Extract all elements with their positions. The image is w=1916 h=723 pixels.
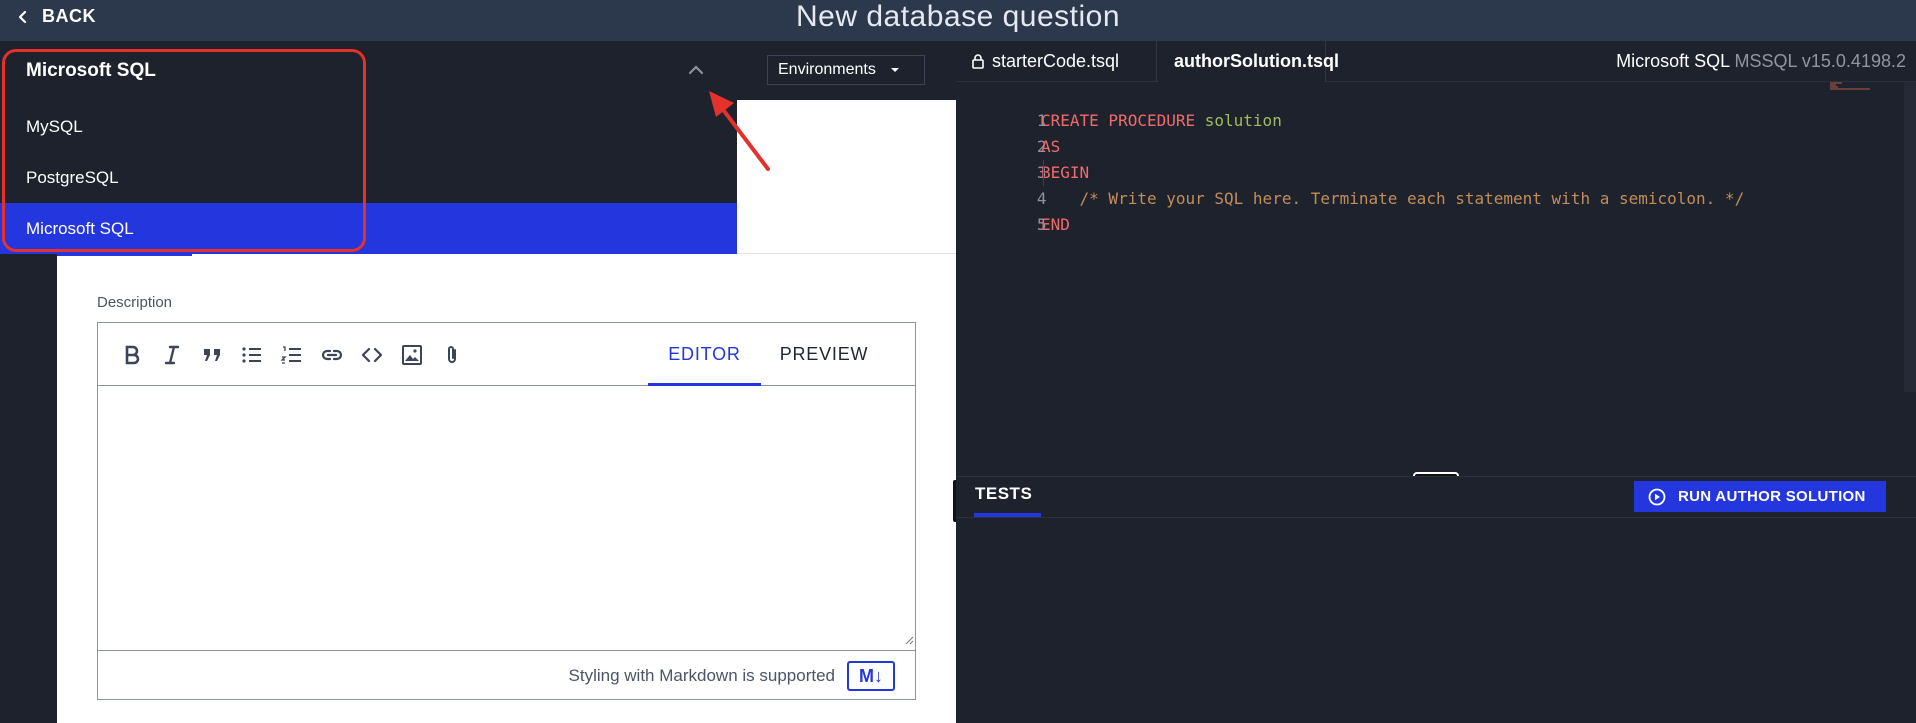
tab-preview[interactable]: PREVIEW	[761, 323, 887, 385]
language-version-label: Microsoft SQL MSSQL v15.0.4198.2	[1616, 41, 1906, 82]
image-icon[interactable]	[398, 341, 426, 369]
numbered-list-icon[interactable]	[278, 341, 306, 369]
code-line: 2 AS	[956, 108, 1060, 156]
markdown-support-text: Styling with Markdown is supported	[568, 666, 835, 685]
code-line: 3 BEGIN	[956, 134, 1089, 182]
bold-icon[interactable]	[118, 341, 146, 369]
quote-icon[interactable]	[198, 341, 226, 369]
tab-starter-code-label: starterCode.tsql	[992, 51, 1120, 71]
tab-author-solution[interactable]: authorSolution.tsql	[1158, 41, 1339, 82]
markdown-toolbar: EDITOR PREVIEW	[98, 323, 915, 386]
description-textarea[interactable]	[98, 386, 915, 650]
lock-icon	[972, 54, 984, 69]
code-editor[interactable]	[956, 41, 1916, 474]
code-line: 4 /* Write your SQL here. Terminate each…	[956, 160, 1744, 208]
language-option-mssql[interactable]: Microsoft SQL	[0, 203, 737, 254]
chevron-up-icon[interactable]	[686, 63, 706, 77]
environments-dropdown[interactable]: Environments	[767, 55, 925, 85]
language-version: MSSQL v15.0.4198.2	[1734, 51, 1906, 71]
code-icon[interactable]	[358, 341, 386, 369]
code-line: 1 CREATE PROCEDURE solution	[956, 82, 1282, 130]
page-title: New database question	[795, 0, 1121, 33]
code-keyword: CREATE PROCEDURE	[1041, 111, 1196, 130]
code-line: 5 END	[956, 186, 1070, 234]
run-author-solution-button[interactable]: RUN AUTHOR SOLUTION	[1634, 481, 1886, 512]
markdown-footer: Styling with Markdown is supported M↓	[98, 650, 915, 700]
environments-label: Environments	[778, 61, 876, 78]
description-label: Description	[97, 294, 173, 311]
code-keyword: END	[1041, 215, 1070, 234]
tests-divider	[956, 517, 1916, 518]
caret-down-icon	[890, 68, 899, 72]
tab-editor[interactable]: EDITOR	[648, 323, 761, 386]
language-option-postgresql[interactable]: PostgreSQL	[0, 152, 737, 203]
code-comment: /* Write your SQL here. Terminate each s…	[1041, 189, 1745, 208]
italic-icon[interactable]	[158, 341, 186, 369]
markdown-editor: EDITOR PREVIEW Styling with Markdown is …	[97, 322, 916, 700]
link-icon[interactable]	[318, 341, 346, 369]
code-scrollbar[interactable]	[1904, 82, 1916, 392]
tests-panel	[956, 476, 1916, 723]
bullet-list-icon[interactable]	[238, 341, 266, 369]
language-name: Microsoft SQL	[1616, 51, 1730, 71]
language-dropdown: Microsoft SQL MySQL PostgreSQL Microsoft…	[0, 41, 737, 254]
language-dropdown-selected[interactable]: Microsoft SQL	[26, 60, 156, 82]
line-number: 5	[1036, 215, 1047, 234]
run-author-solution-label: RUN AUTHOR SOLUTION	[1678, 488, 1866, 505]
attachment-icon[interactable]	[438, 341, 466, 369]
file-tabs: starterCode.tsql authorSolution.tsql Mic…	[956, 41, 1916, 82]
resize-grip-icon[interactable]	[904, 635, 914, 645]
code-identifier: solution	[1195, 111, 1282, 130]
language-option-mysql[interactable]: MySQL	[0, 101, 737, 152]
tab-starter-code[interactable]: starterCode.tsql	[956, 41, 1157, 82]
markdown-icon: M↓	[847, 661, 895, 691]
tab-tests[interactable]: TESTS	[975, 484, 1032, 516]
top-bar: BACK New database question	[0, 0, 1916, 41]
play-circle-icon	[1648, 488, 1666, 505]
code-keyword: BEGIN	[1041, 163, 1090, 182]
minimap[interactable]	[1830, 82, 1870, 92]
arrow-annotation-icon	[709, 91, 770, 171]
indent-guide	[1043, 160, 1044, 186]
